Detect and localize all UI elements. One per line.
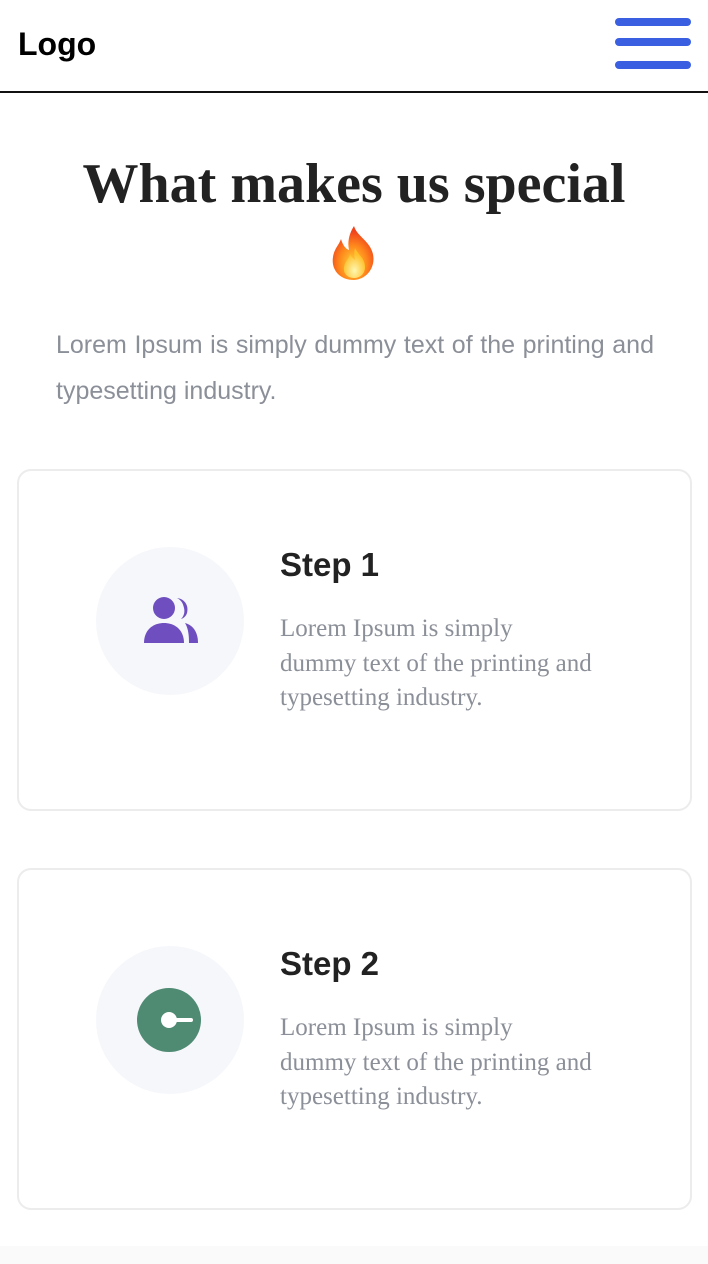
- fire-icon: [332, 226, 374, 280]
- step-card-2: Step 2 Lorem Ipsum is simply dummy text …: [17, 868, 692, 1210]
- step-description-line: dummy text of the printing and: [280, 1048, 592, 1076]
- step-description: Lorem Ipsum is simply dummy text of the …: [280, 1011, 630, 1115]
- users-icon: [144, 597, 198, 643]
- menu-bar-bottom: [615, 61, 691, 69]
- menu-bar-top: [615, 18, 691, 26]
- step-description-line: dummy text of the printing and: [280, 649, 592, 677]
- site-header: Logo: [0, 0, 708, 93]
- step-icon-circle: [96, 946, 244, 1094]
- hamburger-menu-icon[interactable]: [613, 17, 693, 73]
- step-description: Lorem Ipsum is simply dummy text of the …: [280, 612, 630, 716]
- logo[interactable]: Logo: [18, 24, 96, 64]
- disc-icon: [137, 988, 201, 1052]
- step-card-1: Step 1 Lorem Ipsum is simply dummy text …: [17, 469, 692, 811]
- intro-text: Lorem Ipsum is simply dummy text of the …: [56, 331, 654, 405]
- step-description-line: typesetting industry.: [280, 684, 483, 711]
- step-title: Step 1: [280, 546, 380, 583]
- step-description-line: typesetting industry.: [280, 1083, 483, 1110]
- page-title: What makes us special: [82, 153, 626, 215]
- step-description-line: Lorem Ipsum is simply: [280, 615, 513, 642]
- menu-bar-middle: [615, 38, 691, 46]
- next-section-edge: [0, 1246, 708, 1264]
- step-description-line: Lorem Ipsum is simply: [280, 1014, 513, 1041]
- step-title: Step 2: [280, 945, 380, 982]
- step-icon-circle: [96, 547, 244, 695]
